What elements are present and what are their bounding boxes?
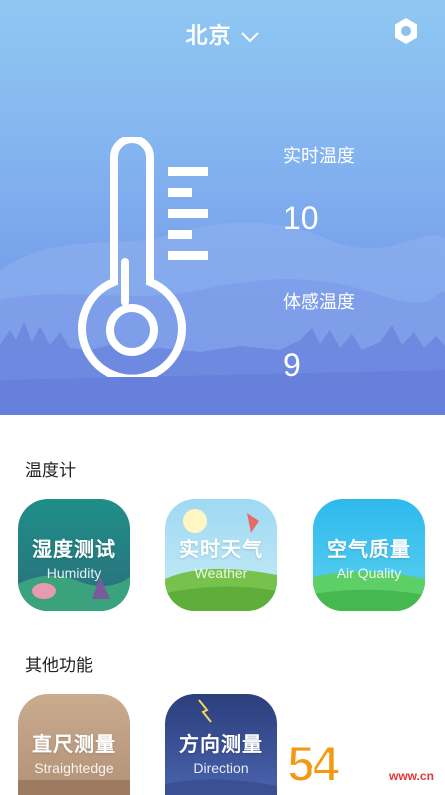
watermark-logo: 54 手游网 www.cn xyxy=(285,733,445,795)
weather-tile-title: 实时天气 xyxy=(179,539,263,561)
air-quality-tile-title: 空气质量 xyxy=(327,539,411,561)
watermark-number: 54 xyxy=(286,735,341,793)
realtime-temp-label: 实时温度 xyxy=(283,146,355,166)
direction-tile[interactable]: 方向测量 Direction xyxy=(165,694,277,795)
settings-icon[interactable] xyxy=(391,16,421,46)
feels-like-value: 9 xyxy=(283,347,301,383)
straightedge-tile-subtitle: Straightedge xyxy=(34,760,114,776)
other-features-section-title: 其他功能 xyxy=(25,656,93,675)
air-quality-tile[interactable]: 空气质量 Air Quality xyxy=(313,499,425,611)
feels-like-label: 体感温度 xyxy=(283,292,355,312)
watermark-text: 手游网 xyxy=(377,747,438,770)
chevron-down-icon xyxy=(240,32,259,43)
humidity-tile[interactable]: 湿度测试 Humidity xyxy=(18,499,130,611)
straightedge-tile[interactable]: 直尺测量 Straightedge xyxy=(18,694,130,795)
direction-tile-title: 方向测量 xyxy=(179,734,263,756)
weather-tile-subtitle: Weather xyxy=(194,565,248,581)
realtime-temp-value: 10 xyxy=(283,200,319,236)
humidity-tile-subtitle: Humidity xyxy=(46,565,102,581)
thermometer-section-title: 温度计 xyxy=(25,461,76,480)
city-selector[interactable]: 北京 xyxy=(0,18,445,50)
city-name: 北京 xyxy=(185,23,232,48)
watermark-domain: www.cn xyxy=(389,769,434,783)
thermometer-icon xyxy=(78,137,208,377)
weather-hero: 北京 实时温度 10 体感温度 9 xyxy=(0,0,445,415)
air-quality-tile-subtitle: Air Quality xyxy=(336,565,402,581)
direction-tile-subtitle: Direction xyxy=(193,760,249,776)
mountain-background xyxy=(0,222,445,415)
weather-tile[interactable]: 实时天气 Weather xyxy=(165,499,277,611)
straightedge-tile-title: 直尺测量 xyxy=(32,734,116,756)
humidity-tile-title: 湿度测试 xyxy=(32,539,116,561)
